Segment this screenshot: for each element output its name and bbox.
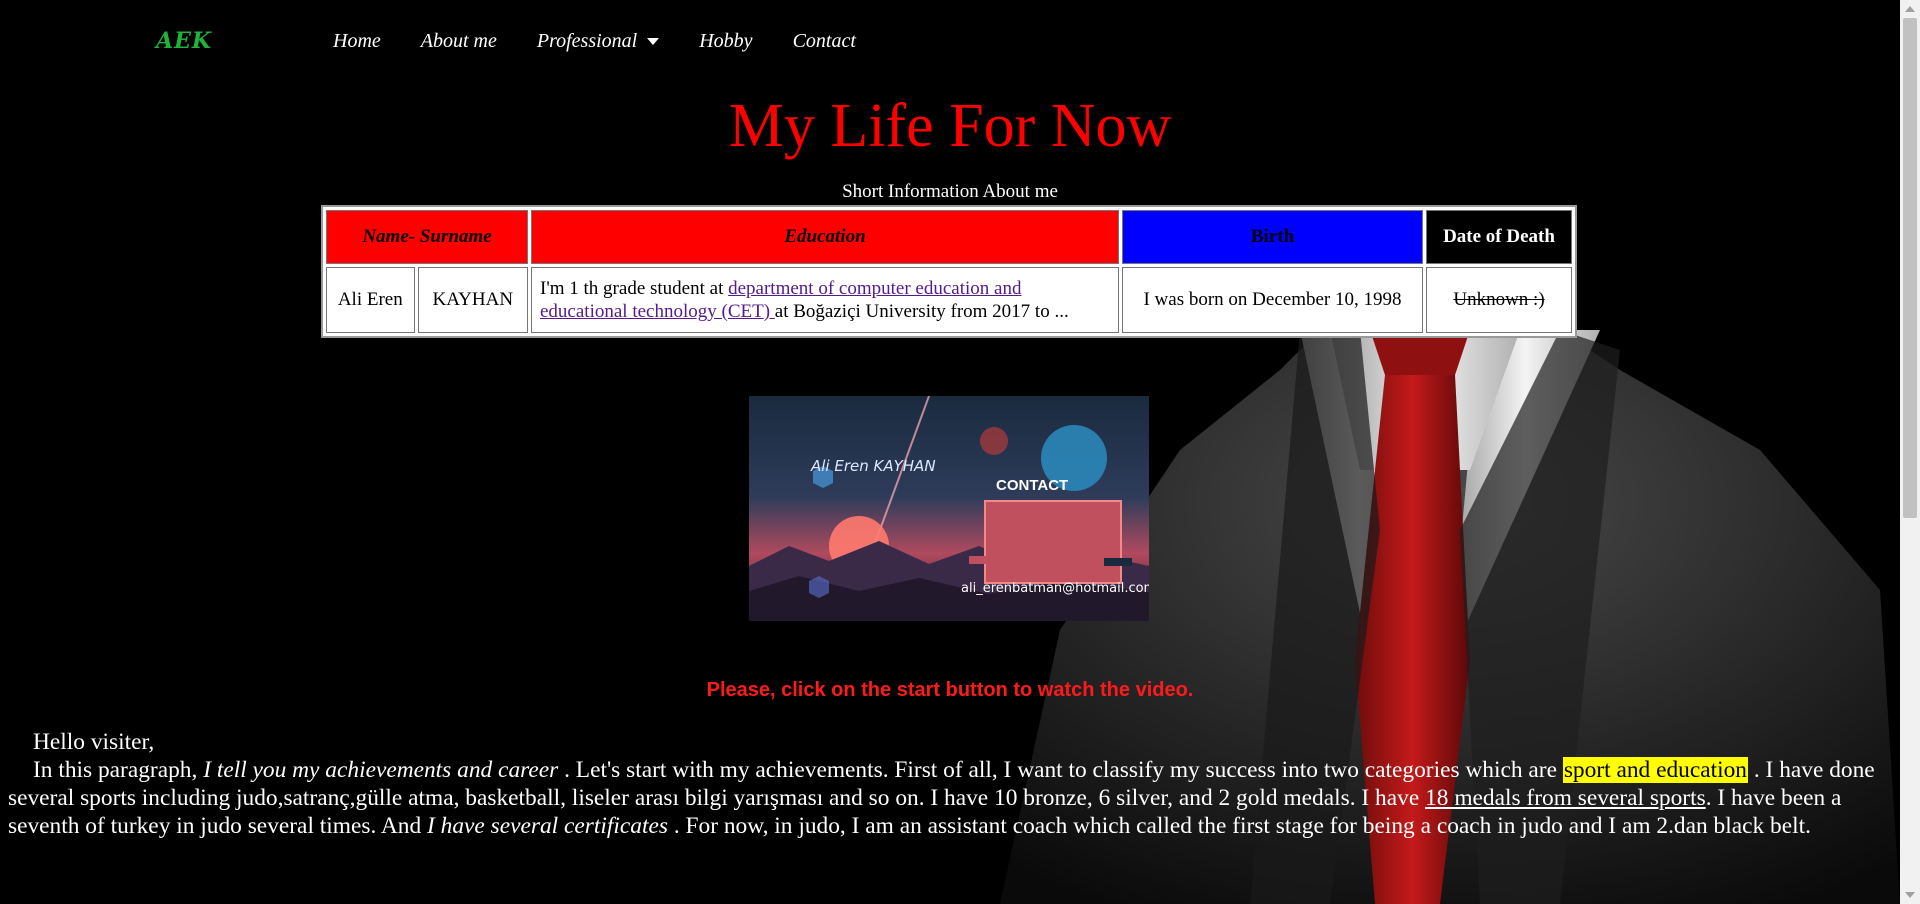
info-table: Name- Surname Education Birth Date of De…	[321, 205, 1577, 338]
caret-down-icon	[647, 38, 660, 45]
cell-last-name: KAYHAN	[417, 267, 528, 333]
para-text-5: . For now, in judo, I am an assistant co…	[667, 813, 1811, 839]
cell-death: Unknown :)	[1426, 267, 1572, 333]
site-logo[interactable]: AEK	[156, 28, 212, 54]
intro-paragraph: Hello visiter, In this paragraph, I tell…	[8, 728, 1885, 840]
scroll-down-arrow-icon[interactable]	[1905, 892, 1915, 898]
header-birth: Birth	[1122, 210, 1423, 264]
card-email-text: ali_erenbatman@hotmail.com	[961, 581, 1149, 596]
cell-birth: I was born on December 10, 1998	[1122, 267, 1423, 333]
navbar: AEK Home About me Professional Hobby Con…	[0, 0, 1900, 90]
para-text-2: . Let's start with my achievements. Firs…	[558, 757, 1563, 783]
table-header-row: Name- Surname Education Birth Date of De…	[326, 210, 1572, 264]
nav-about-link[interactable]: About me	[421, 30, 497, 53]
page-title: My Life For Now	[728, 92, 1172, 160]
para-italic-1: I tell you my achievements and career	[203, 757, 559, 783]
underlined-medals: 18 medals from several sports	[1425, 785, 1706, 811]
nav-hobby-link[interactable]: Hobby	[699, 30, 752, 53]
scroll-up-arrow-icon[interactable]	[1905, 6, 1915, 12]
greeting-line: Hello visiter,	[33, 729, 155, 755]
table-caption: Short Information About me	[842, 181, 1058, 202]
header-education: Education	[531, 210, 1119, 264]
nav-contact-link[interactable]: Contact	[793, 30, 856, 53]
table-row: Ali Eren KAYHAN I'm 1 th grade student a…	[326, 267, 1572, 333]
nav-professional-dropdown[interactable]: Professional	[536, 30, 660, 53]
cell-education: I'm 1 th grade student at department of …	[531, 267, 1119, 333]
nav-professional-label: Professional	[536, 30, 638, 52]
card-name-text: Ali Eren KAYHAN	[810, 457, 936, 475]
edu-prefix: I'm 1 th grade student at	[540, 278, 729, 299]
scrollbar-thumb[interactable]	[1903, 18, 1917, 518]
nav-home-link[interactable]: Home	[333, 30, 381, 53]
contact-card-image[interactable]: Ali Eren KAYHAN CONTACT ali_erenbatman@h…	[749, 396, 1149, 621]
para-text-1: In this paragraph,	[33, 757, 204, 783]
highlight-sport-education: sport and education	[1562, 757, 1749, 783]
para-italic-certificates: I have several certificates	[427, 813, 668, 839]
header-date-of-death: Date of Death	[1426, 210, 1572, 264]
header-name-surname: Name- Surname	[326, 210, 528, 264]
edu-suffix: at Boğaziçi University from 2017 to ...	[774, 301, 1069, 322]
cell-first-name: Ali Eren	[326, 267, 415, 333]
video-prompt: Please, click on the start button to wat…	[706, 679, 1194, 701]
vertical-scrollbar[interactable]	[1900, 0, 1920, 904]
card-contact-label: CONTACT	[996, 477, 1068, 494]
nav-links: Home About me Professional Hobby Contact	[333, 30, 896, 53]
